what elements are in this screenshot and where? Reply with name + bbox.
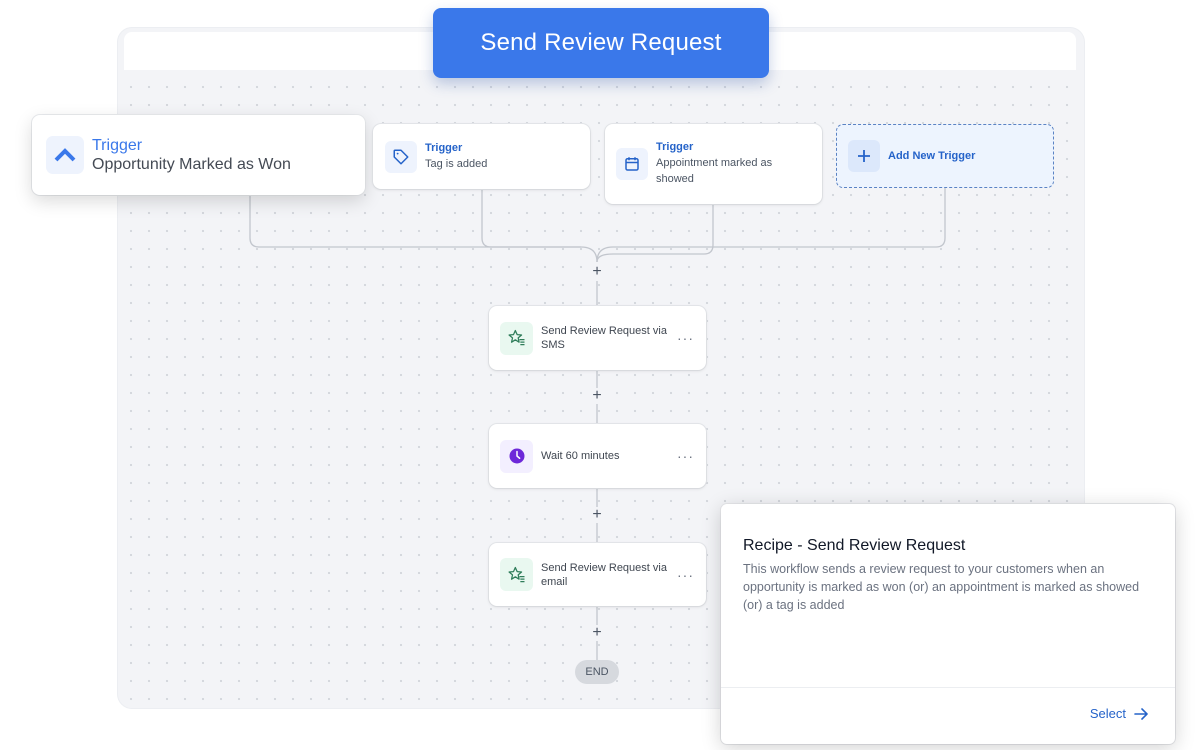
add-step-button[interactable]: + — [590, 507, 604, 523]
select-label: Select — [1089, 706, 1126, 721]
star-list-icon — [500, 321, 533, 355]
end-node: END — [575, 660, 619, 684]
select-recipe-button[interactable]: Select — [1090, 706, 1149, 721]
recipe-title: Recipe - Send Review Request — [743, 537, 966, 554]
add-new-trigger-button[interactable]: Add New Trigger — [836, 124, 1054, 188]
recipe-description: This workflow sends a review request to … — [743, 562, 1140, 612]
trigger-label: Trigger — [92, 136, 143, 154]
action-card-wait[interactable]: Wait 60 minutes ··· — [489, 424, 706, 488]
workflow-title-banner: Send Review Request — [433, 8, 769, 78]
action-label: Send Review Request via email — [541, 561, 667, 588]
trigger-description: Appointment marked as showed — [656, 157, 773, 185]
action-card-review-email[interactable]: Send Review Request via email ··· — [489, 543, 706, 606]
trigger-card-opportunity-won[interactable]: Trigger Opportunity Marked as Won — [32, 115, 365, 195]
workflow-preview: Send Review Request Trigger Opportunity … — [0, 0, 1200, 750]
action-label: Wait 60 minutes — [541, 450, 620, 462]
action-label: Send Review Request via SMS — [541, 325, 667, 351]
plus-icon — [848, 140, 880, 172]
more-options-icon[interactable]: ··· — [677, 330, 694, 346]
trigger-label: Trigger — [656, 141, 694, 153]
more-options-icon[interactable]: ··· — [677, 448, 694, 464]
trigger-card-appointment-showed[interactable]: Trigger Appointment marked as showed — [605, 124, 822, 204]
calendar-icon — [616, 148, 648, 180]
trigger-label: Trigger — [425, 141, 463, 154]
chevron-up-icon — [46, 136, 84, 174]
add-step-button[interactable]: + — [590, 388, 604, 404]
trigger-card-tag-added[interactable]: Trigger Tag is added — [373, 124, 590, 189]
recipe-card: Recipe - Send Review Request This workfl… — [721, 504, 1175, 744]
tag-icon — [385, 140, 417, 173]
star-list-icon — [500, 558, 533, 591]
add-step-button[interactable]: + — [590, 625, 604, 641]
add-step-button[interactable]: + — [590, 264, 604, 280]
action-card-review-sms[interactable]: Send Review Request via SMS ··· — [489, 306, 706, 370]
clock-icon — [500, 439, 533, 473]
arrow-right-icon — [1134, 707, 1148, 720]
add-new-trigger-label: Add New Trigger — [888, 150, 976, 162]
trigger-description: Tag is added — [425, 157, 488, 170]
divider — [721, 687, 1175, 688]
more-options-icon[interactable]: ··· — [677, 567, 694, 583]
trigger-description: Opportunity Marked as Won — [92, 155, 291, 173]
